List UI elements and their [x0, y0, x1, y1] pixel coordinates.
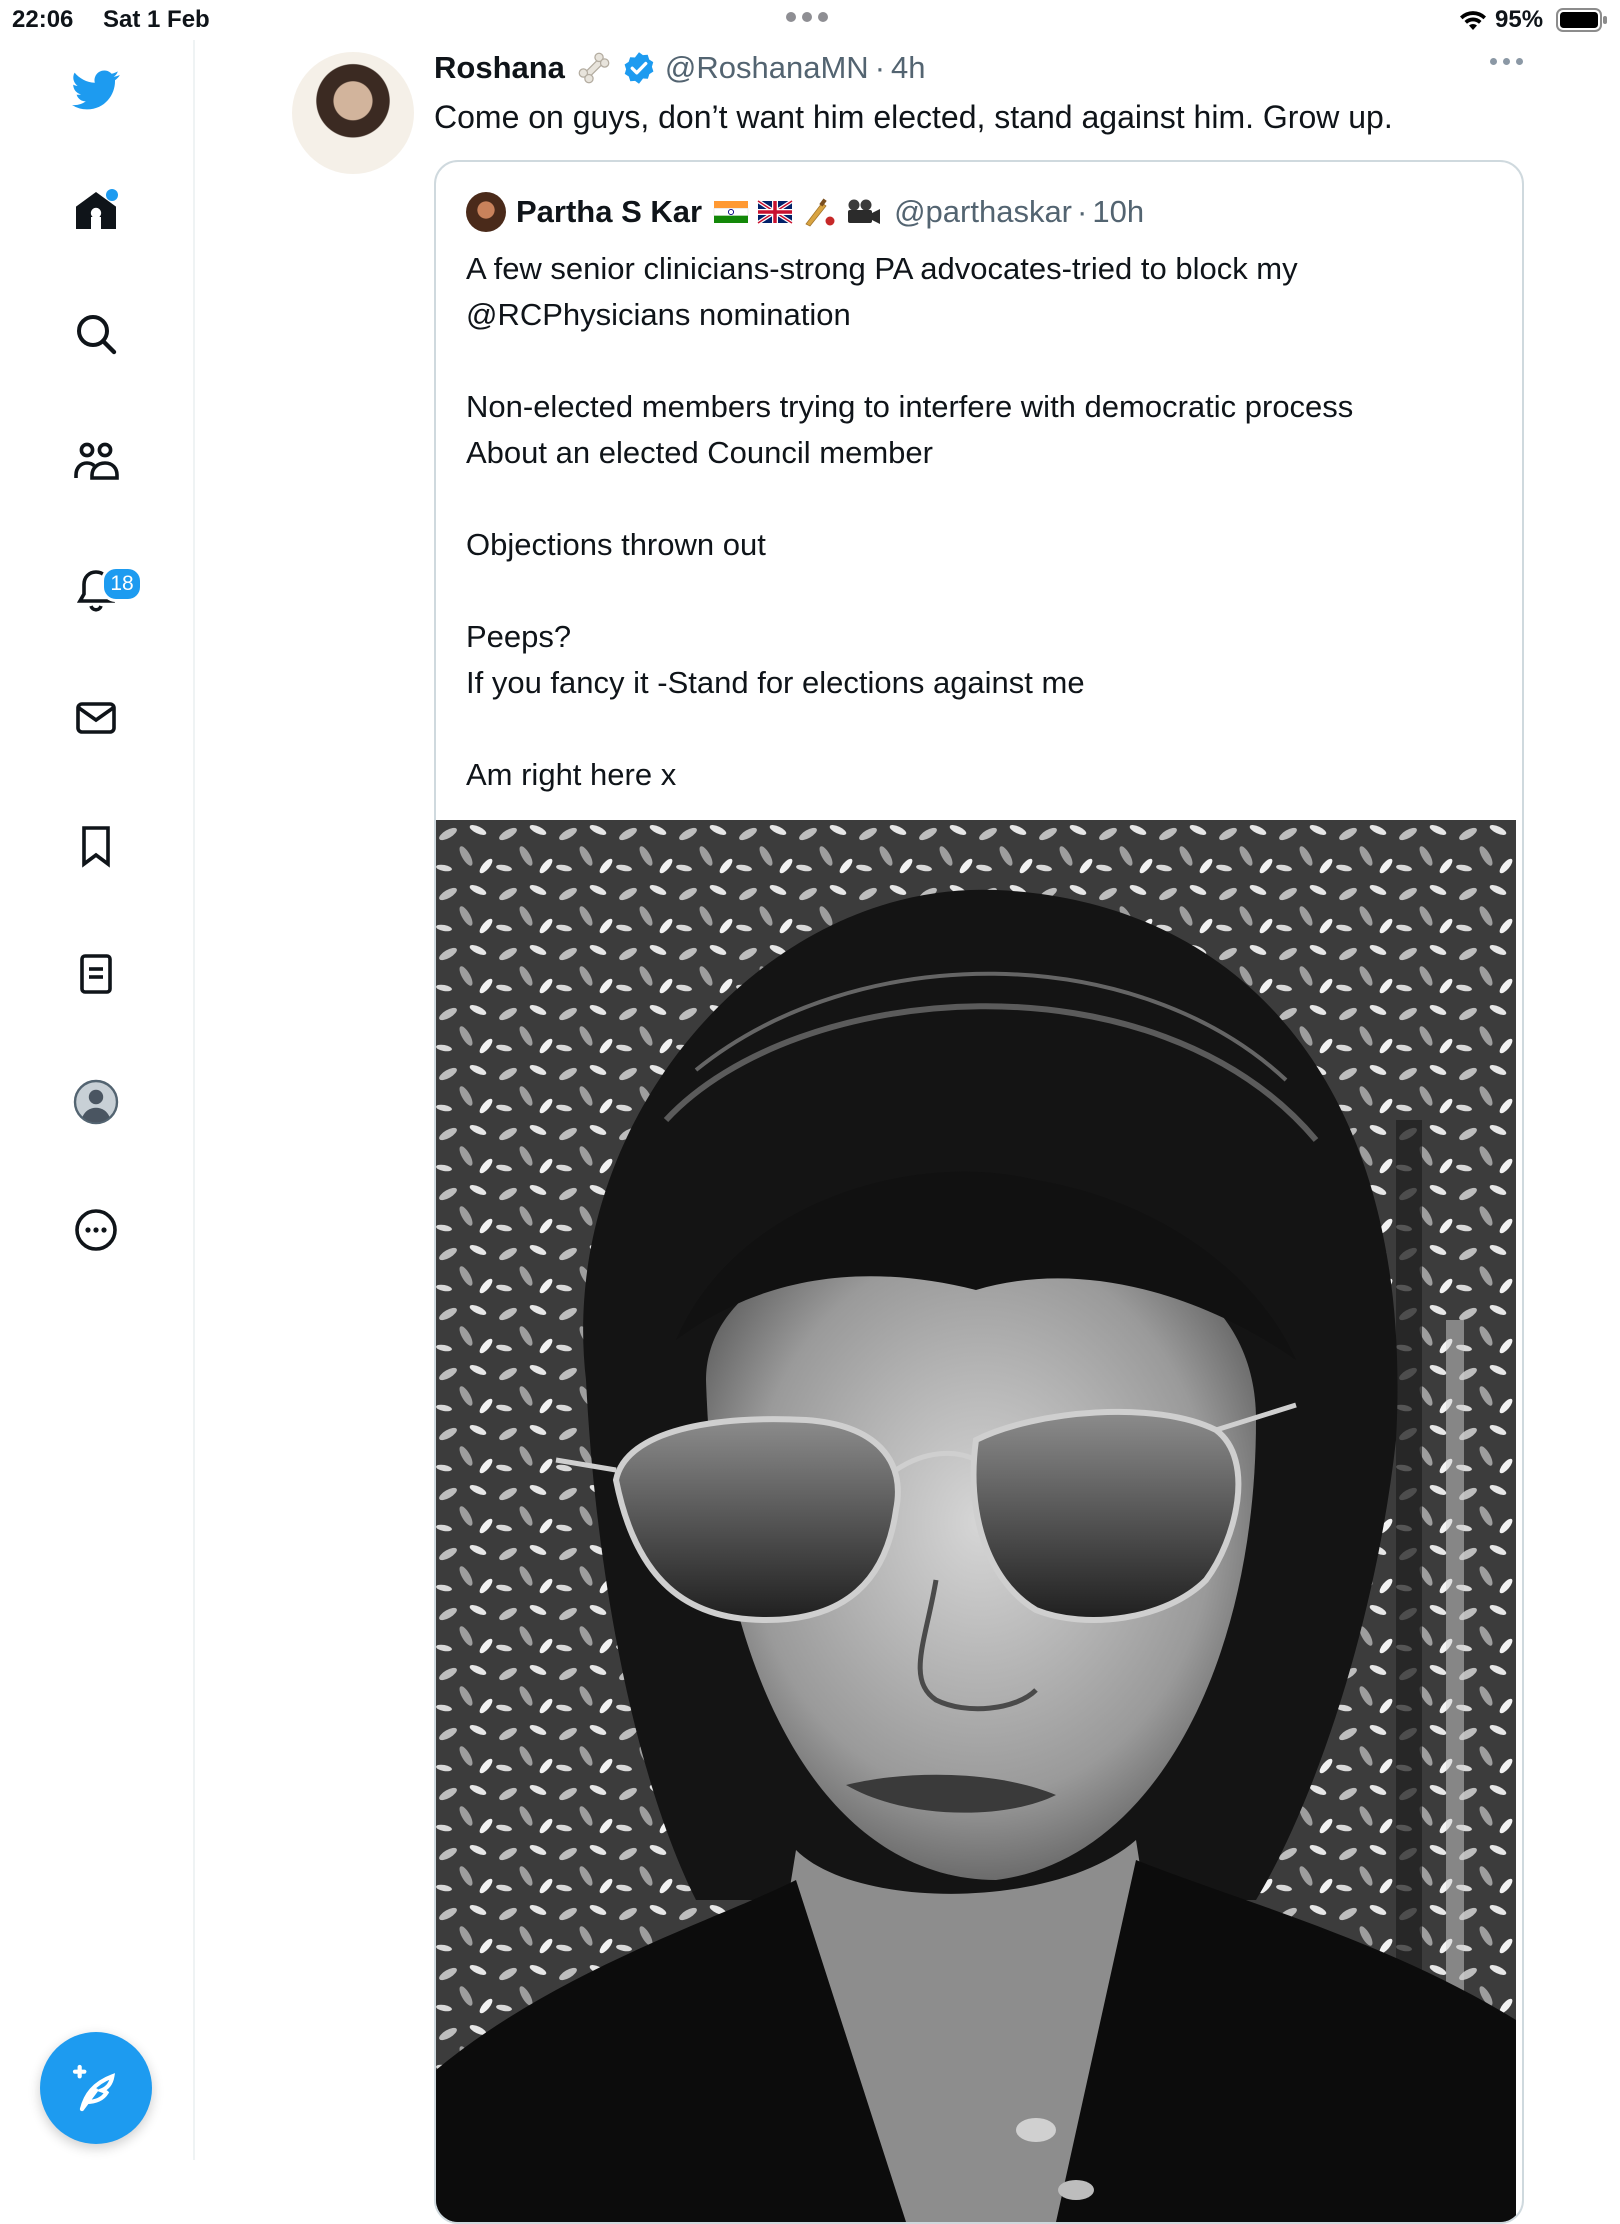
battery-percent: 95%	[1495, 6, 1544, 33]
quote-text-line	[466, 476, 1496, 522]
compose-feather-icon	[72, 2064, 116, 2112]
separator-dot: ·	[874, 50, 886, 85]
quote-text-line: Objections thrown out	[466, 527, 766, 562]
quote-text-line	[466, 568, 1496, 614]
photo-portrait	[436, 820, 1516, 2222]
quote-text-line: Am right here x	[466, 757, 677, 792]
sidebar-item-profile[interactable]	[60, 1066, 132, 1138]
tweet-timestamp[interactable]: 4h	[891, 50, 925, 86]
quote-text: A few senior clinicians-strong PA advoca…	[466, 246, 1496, 798]
cricket-icon	[805, 198, 835, 227]
sidebar-item-notifications[interactable]: 18	[60, 554, 143, 626]
quote-text-line: Peeps?	[466, 619, 572, 654]
search-icon	[77, 315, 117, 355]
home-new-dot	[106, 189, 118, 201]
quote-text-line	[466, 338, 1496, 384]
author-handle[interactable]: @RoshanaMN	[665, 50, 869, 86]
quote-text-line: If you fancy it -Stand for elections aga…	[466, 665, 1085, 700]
quote-author-handle: @parthaskar	[894, 194, 1073, 229]
status-bar: 22:06 Sat 1 Feb 95%	[0, 0, 1620, 40]
tweet-more-icon[interactable]	[1490, 58, 1526, 70]
quote-text-line: About an elected Council member	[466, 435, 933, 470]
twitter-logo-icon[interactable]	[60, 54, 132, 126]
quoted-tweet-card[interactable]: Partha S Kar @parthaskar · 10h A few sen…	[434, 160, 1524, 2224]
quote-name-emojis	[712, 197, 882, 227]
multitasking-dots-icon[interactable]	[786, 12, 836, 26]
quote-text-line: A few senior clinicians-strong PA advoca…	[466, 251, 1298, 286]
sidebar-item-explore[interactable]	[60, 298, 132, 370]
bone-emoji-icon	[578, 52, 610, 84]
quote-separator-dot: ·	[1077, 194, 1088, 229]
movie-camera-icon	[848, 199, 881, 224]
more-circle-icon	[75, 1209, 117, 1251]
sidebar-item-bookmarks[interactable]	[60, 810, 132, 882]
sidebar-item-more[interactable]	[60, 1194, 132, 1266]
list-icon	[80, 954, 112, 994]
tweet-text: Come on guys, don’t want him elected, st…	[434, 99, 1393, 135]
communities-icon	[74, 442, 119, 480]
tweet-header: Roshana @RoshanaMN · 4h	[434, 48, 926, 88]
sidebar-item-communities[interactable]	[60, 426, 132, 498]
india-flag-icon	[713, 201, 749, 223]
mail-icon	[76, 702, 116, 734]
profile-icon	[73, 1079, 119, 1125]
wifi-icon	[1460, 11, 1486, 30]
sidebar-item-home[interactable]	[60, 175, 132, 247]
uk-flag-icon	[756, 199, 794, 225]
quote-timestamp: 10h	[1092, 194, 1145, 229]
verified-badge-icon	[624, 52, 654, 84]
battery-icon	[1556, 8, 1607, 32]
quote-author-name: Partha S Kar	[516, 194, 703, 229]
sidebar-item-messages[interactable]	[60, 682, 132, 754]
sidebar: 18	[0, 40, 195, 2160]
bookmark-icon	[82, 826, 110, 868]
status-time: 22:06	[12, 6, 74, 33]
quote-text-line: @RCPhysicians nomination	[466, 297, 851, 332]
quote-header: Partha S Kar @parthaskar · 10h	[466, 192, 1144, 232]
compose-button[interactable]	[40, 2032, 152, 2144]
quote-author-avatar	[466, 192, 506, 232]
status-date: Sat 1 Feb	[103, 6, 210, 33]
author-avatar[interactable]	[292, 52, 414, 174]
notification-count-badge: 18	[101, 566, 143, 602]
sidebar-item-lists[interactable]	[60, 938, 132, 1010]
quote-text-line: Non-elected members trying to interfere …	[466, 389, 1354, 424]
author-name[interactable]: Roshana	[434, 50, 565, 86]
quote-text-line	[466, 706, 1496, 752]
quote-media-photo[interactable]	[436, 820, 1516, 2222]
